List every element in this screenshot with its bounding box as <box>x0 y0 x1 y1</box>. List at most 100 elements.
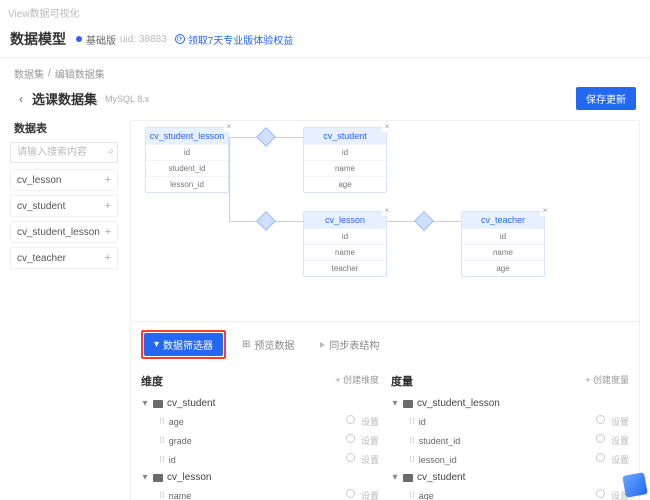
promo-link[interactable]: ⟳ 领取7天专业版体验权益 <box>175 32 294 47</box>
caret-icon: ▾ <box>391 472 399 483</box>
add-icon[interactable]: + <box>105 174 111 186</box>
caret-icon: ▾ <box>141 398 149 409</box>
crumb-root[interactable]: 数据集 <box>14 66 44 81</box>
join-icon[interactable] <box>414 211 434 231</box>
type-icon: ⁝⁝ <box>409 417 415 427</box>
node-column: lesson_id <box>146 176 228 192</box>
dims-title: 维度 <box>141 373 163 389</box>
tab-filter[interactable]: ▾ 数据筛选器 <box>144 333 223 356</box>
type-icon: ⁝⁝ <box>159 436 165 446</box>
dot-icon[interactable] <box>346 489 355 498</box>
dataset-title: 选课数据集 <box>32 89 97 108</box>
config-link[interactable]: 设置 <box>361 415 379 428</box>
promo-text: 领取7天专业版体验权益 <box>188 32 294 47</box>
add-measure-button[interactable]: + 创建度量 <box>585 373 629 389</box>
add-icon[interactable]: + <box>105 252 111 264</box>
field-row[interactable]: ⁝⁝age设置 <box>141 412 379 431</box>
gift-icon: ⟳ <box>175 34 185 44</box>
node-header[interactable]: cv_student× <box>304 128 386 144</box>
table-item[interactable]: cv_teacher+ <box>10 247 118 269</box>
add-icon[interactable]: + <box>105 226 111 238</box>
search-icon[interactable]: ⌕ <box>108 146 114 157</box>
caret-icon: ▾ <box>391 398 399 409</box>
field-group[interactable]: ▾cv_student <box>141 395 379 412</box>
preview-icon: ⊞ <box>242 339 250 350</box>
search-input[interactable] <box>10 142 118 163</box>
folder-icon <box>403 474 413 482</box>
dot-icon[interactable] <box>596 434 605 443</box>
node-column: id <box>304 144 386 160</box>
field-row[interactable]: ⁝⁝grade设置 <box>141 431 379 450</box>
back-icon[interactable]: ‹ <box>14 92 28 106</box>
node-column: name <box>462 244 544 260</box>
tab-sync[interactable]: 同步表结构 <box>310 333 389 356</box>
er-node[interactable]: cv_teacher×idnameage <box>461 211 545 277</box>
dot-icon[interactable] <box>596 415 605 424</box>
close-icon[interactable]: × <box>382 122 392 132</box>
config-link[interactable]: 设置 <box>611 415 629 428</box>
field-group[interactable]: ▾cv_student_lesson <box>391 395 629 412</box>
node-column: teacher <box>304 260 386 276</box>
table-item[interactable]: cv_student+ <box>10 195 118 217</box>
type-icon: ⁝⁝ <box>409 436 415 446</box>
node-header[interactable]: cv_lesson× <box>304 212 386 228</box>
dot-icon[interactable] <box>596 489 605 498</box>
config-link[interactable]: 设置 <box>361 453 379 466</box>
uid-label: uid: 38883 <box>120 34 167 45</box>
db-type-label: MySQL 8.x <box>105 94 149 104</box>
tab-preview[interactable]: ⊞ 预览数据 <box>232 333 304 356</box>
er-node[interactable]: cv_lesson×idnameteacher <box>303 211 387 277</box>
node-header[interactable]: cv_teacher× <box>462 212 544 228</box>
field-group[interactable]: ▾cv_lesson <box>141 469 379 486</box>
dot-icon[interactable] <box>346 434 355 443</box>
tables-panel: 数据表 ⌕ cv_lesson+ cv_student+ cv_student_le… <box>10 120 118 500</box>
folder-icon <box>153 474 163 482</box>
dot-icon[interactable] <box>596 453 605 462</box>
top-tag: View数据可视化 <box>0 0 650 25</box>
node-header[interactable]: cv_student_lesson× <box>146 128 228 144</box>
er-node[interactable]: cv_student×idnameage <box>303 127 387 193</box>
add-dimension-button[interactable]: + 创建维度 <box>335 373 379 389</box>
plan-label: 基础版 <box>86 32 116 47</box>
close-icon[interactable]: × <box>540 206 550 216</box>
table-item[interactable]: cv_student_lesson+ <box>10 221 118 243</box>
type-icon: ⁝⁝ <box>159 417 165 427</box>
subheader: ‹ 选课数据集 MySQL 8.x 保存更新 <box>0 85 650 120</box>
field-group[interactable]: ▾cv_student <box>391 469 629 486</box>
measures-column: 度量 + 创建度量 ▾cv_student_lesson⁝⁝id设置⁝⁝stud… <box>391 373 629 500</box>
type-icon: ⁝⁝ <box>159 455 165 465</box>
node-column: id <box>462 228 544 244</box>
er-node[interactable]: cv_student_lesson×idstudent_idlesson_id <box>145 127 229 193</box>
field-row[interactable]: ⁝⁝name设置 <box>141 486 379 500</box>
assistant-icon[interactable] <box>622 472 647 497</box>
app-title: 数据模型 <box>10 29 66 49</box>
join-icon[interactable] <box>256 211 276 231</box>
config-link[interactable]: 设置 <box>611 434 629 447</box>
join-icon[interactable] <box>256 127 276 147</box>
model-canvas[interactable]: cv_student_lesson×idstudent_idlesson_idc… <box>130 120 640 500</box>
field-row[interactable]: ⁝⁝age设置 <box>391 486 629 500</box>
add-icon[interactable]: + <box>105 200 111 212</box>
dot-icon[interactable] <box>346 453 355 462</box>
tables-title: 数据表 <box>14 120 118 136</box>
meas-title: 度量 <box>391 373 413 389</box>
crumb-current: 编辑数据集 <box>55 66 105 81</box>
dot-icon[interactable] <box>346 415 355 424</box>
save-button[interactable]: 保存更新 <box>576 87 636 110</box>
config-link[interactable]: 设置 <box>611 453 629 466</box>
close-icon[interactable]: × <box>224 122 234 132</box>
field-row[interactable]: ⁝⁝lesson_id设置 <box>391 450 629 469</box>
folder-icon <box>403 400 413 408</box>
close-icon[interactable]: × <box>382 206 392 216</box>
plan-pill: 基础版 uid: 38883 <box>76 32 167 47</box>
node-column: age <box>462 260 544 276</box>
field-row[interactable]: ⁝⁝id设置 <box>141 450 379 469</box>
config-link[interactable]: 设置 <box>361 489 379 500</box>
node-column: age <box>304 176 386 192</box>
field-row[interactable]: ⁝⁝id设置 <box>391 412 629 431</box>
node-column: student_id <box>146 160 228 176</box>
type-icon: ⁝⁝ <box>409 491 415 500</box>
field-row[interactable]: ⁝⁝student_id设置 <box>391 431 629 450</box>
config-link[interactable]: 设置 <box>361 434 379 447</box>
table-item[interactable]: cv_lesson+ <box>10 169 118 191</box>
